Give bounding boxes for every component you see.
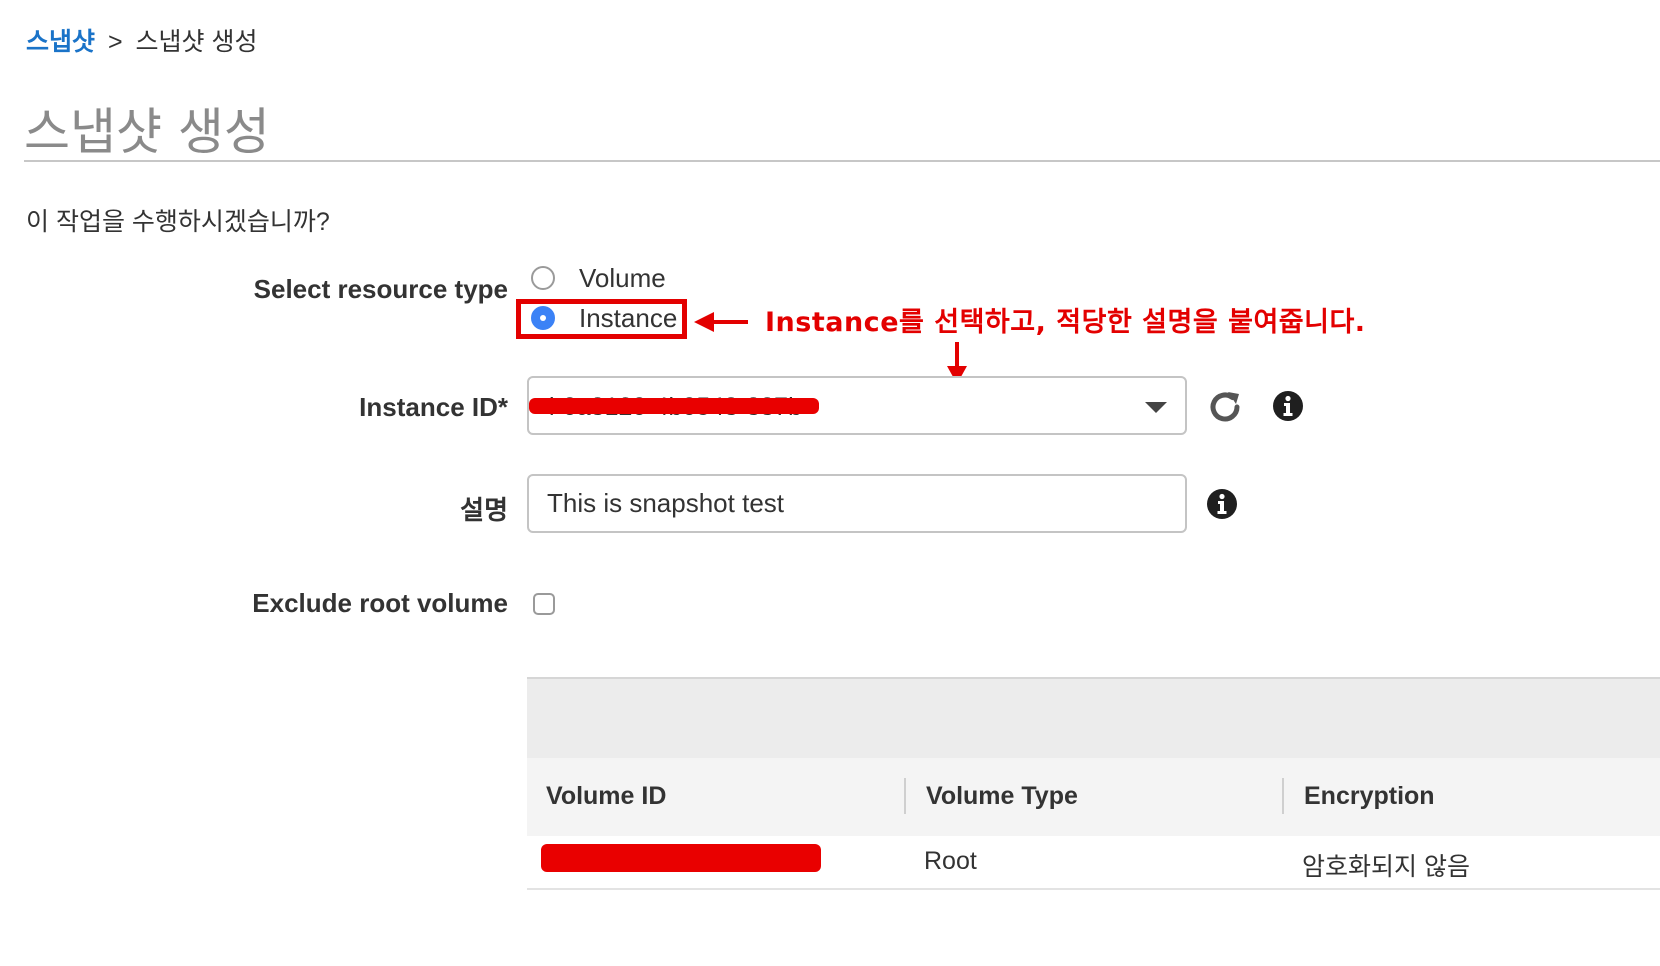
table-toolbar <box>527 677 1660 760</box>
redaction-mark <box>541 844 821 872</box>
instance-id-select[interactable]: i-0a3120-4b0543-337b <box>527 376 1187 435</box>
cell-volume-type: Root <box>924 847 977 875</box>
title-divider <box>24 160 1660 162</box>
radio-volume-circle[interactable] <box>531 266 555 290</box>
exclude-root-label: Exclude root volume <box>252 588 508 618</box>
breadcrumb-current: 스냅샷 생성 <box>135 28 258 56</box>
refresh-icon[interactable] <box>1206 388 1244 426</box>
annotation-arrow-left-head <box>694 312 714 332</box>
instance-id-label: Instance ID* <box>359 392 508 422</box>
table-row[interactable]: vol-0f4f59f34359034f5 Root 암호화되지 않음 <box>527 836 1660 890</box>
table-header: Volume ID Volume Type Encryption <box>527 758 1660 837</box>
column-divider[interactable] <box>1282 778 1284 814</box>
description-input[interactable] <box>527 474 1187 533</box>
annotation-highlight-box <box>516 299 687 339</box>
description-label: 설명 <box>460 495 508 525</box>
column-divider[interactable] <box>904 778 906 814</box>
radio-volume-label[interactable]: Volume <box>579 263 666 294</box>
confirm-question: 이 작업을 수행하시겠습니까? <box>26 208 330 236</box>
annotation-text: Instance를 선택하고, 적당한 설명을 붙여줍니다. <box>765 307 1366 338</box>
chevron-down-icon[interactable] <box>1145 402 1167 413</box>
radio-volume[interactable] <box>531 266 555 290</box>
page-title: 스냅샷 생성 <box>24 103 270 161</box>
breadcrumb-link-snapshots[interactable]: 스냅샷 <box>26 28 95 56</box>
info-icon[interactable] <box>1206 488 1238 520</box>
exclude-root-checkbox[interactable] <box>533 593 555 615</box>
breadcrumb: 스냅샷 > 스냅샷 생성 <box>26 22 257 58</box>
resource-type-label: Select resource type <box>253 274 508 304</box>
redaction-mark <box>529 398 819 414</box>
column-header-volume-id[interactable]: Volume ID <box>546 782 666 811</box>
column-header-encryption[interactable]: Encryption <box>1304 782 1435 811</box>
column-header-volume-type[interactable]: Volume Type <box>926 782 1078 811</box>
breadcrumb-separator: > <box>107 28 123 56</box>
cell-encryption: 암호화되지 않음 <box>1302 853 1470 881</box>
info-icon[interactable] <box>1272 390 1304 422</box>
